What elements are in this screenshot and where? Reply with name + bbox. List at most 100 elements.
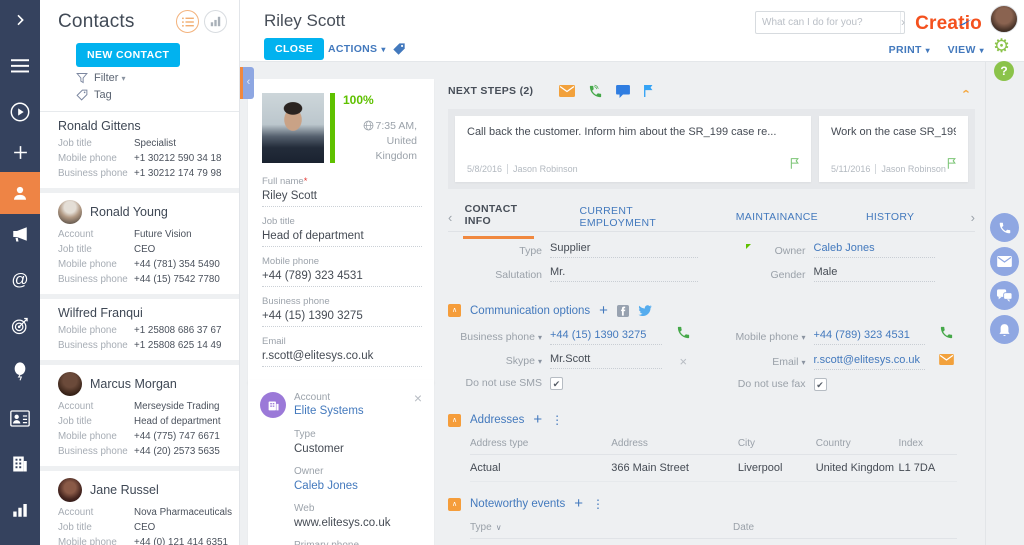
column-header[interactable]: City (737, 435, 816, 455)
business-phone-link[interactable]: +44 (15) 1390 3275 (550, 328, 662, 345)
add-icon[interactable] (0, 132, 40, 172)
addresses-menu-icon[interactable]: ⋮ (551, 413, 563, 427)
contact-list-item[interactable]: Ronald Gittens Job title Specialist Mobil… (40, 112, 239, 188)
new-task-icon[interactable] (616, 84, 631, 98)
user-avatar[interactable] (990, 5, 1018, 33)
jobtitle-field[interactable]: Head of department (262, 227, 422, 247)
gender-field[interactable]: Male (813, 265, 935, 282)
contact-list-item[interactable]: Ronald Young Account Future Vision Job ti… (40, 193, 239, 294)
expand-sidebar-icon[interactable] (0, 0, 40, 40)
email-section-icon[interactable]: @ (0, 260, 40, 300)
flag-icon[interactable] (946, 157, 958, 175)
contact-list-item[interactable]: Wilfred Franqui Mobile phone +1 25808 686… (40, 299, 239, 360)
addresses-title[interactable]: Addresses (470, 414, 524, 426)
print-menu[interactable]: PRINT (889, 44, 930, 56)
tab-contact-info[interactable]: CONTACT INFO (462, 196, 534, 239)
contacts-section-icon[interactable] (0, 172, 40, 214)
tag-control[interactable]: Tag (58, 84, 227, 101)
menu-icon[interactable] (0, 46, 40, 86)
help-icon[interactable]: ? (994, 61, 1014, 81)
account-name-link[interactable]: Elite Systems (294, 405, 414, 417)
flag-icon[interactable] (789, 157, 801, 175)
call-icon[interactable] (676, 325, 698, 345)
column-header[interactable]: Date (732, 519, 957, 539)
contact-list-item[interactable]: Jane Russel Account Nova Pharmaceuticals … (40, 471, 239, 545)
field-label[interactable]: Skype (448, 354, 550, 369)
field-label[interactable]: Business phone (448, 330, 550, 345)
do-not-use-fax-checkbox[interactable] (813, 378, 827, 391)
fullname-field[interactable]: Riley Scott (262, 187, 422, 207)
owner-link[interactable]: Caleb Jones (294, 477, 422, 492)
salutation-field[interactable]: Mr. (550, 265, 698, 282)
event-row[interactable]: Birthday 8/8/1972 (470, 538, 957, 545)
list-view-toggle[interactable] (176, 10, 199, 33)
mobilephone-field[interactable]: +44 (789) 323 4531 (262, 267, 422, 287)
search-go-icon[interactable]: › (900, 12, 905, 33)
next-step-card[interactable]: Work on the case SR_199 5/11/2016 Jason R… (819, 116, 968, 182)
owner-field[interactable]: Caleb Jones (813, 241, 935, 258)
analytics-view-toggle[interactable] (204, 10, 227, 33)
column-header[interactable]: Country (815, 435, 899, 455)
calls-panel-button[interactable] (990, 213, 1019, 242)
facebook-icon[interactable] (616, 304, 629, 317)
events-menu-icon[interactable]: ⋮ (592, 497, 604, 511)
column-header[interactable]: Index (898, 435, 957, 455)
actions-menu[interactable]: ACTIONS (328, 43, 386, 55)
collapse-section-icon[interactable]: ∧ (448, 497, 461, 511)
new-contact-button[interactable]: NEW CONTACT (76, 43, 181, 67)
communication-options-title[interactable]: Communication options (470, 305, 590, 317)
collapse-section-icon[interactable]: ∧ (448, 413, 461, 427)
do-not-use-sms-checkbox[interactable] (550, 377, 563, 390)
accounts-icon[interactable] (0, 398, 40, 438)
twitter-icon[interactable] (638, 305, 652, 316)
send-email-icon[interactable] (939, 352, 961, 370)
email-link[interactable]: r.scott@elitesys.co.uk (813, 353, 925, 370)
new-activity-flag-icon[interactable] (643, 84, 655, 98)
search-input[interactable] (756, 17, 900, 28)
column-header[interactable]: Type ∨ (470, 519, 733, 539)
feed-icon[interactable] (0, 214, 40, 254)
noteworthy-events-title[interactable]: Noteworthy events (470, 498, 565, 510)
add-address-icon[interactable]: + (533, 412, 542, 427)
email-field[interactable]: r.scott@elitesys.co.uk (262, 347, 422, 367)
tab-current-employment[interactable]: CURRENT EMPLOYMENT (578, 198, 690, 238)
new-email-icon[interactable] (559, 85, 576, 97)
close-button[interactable]: CLOSE (264, 38, 325, 60)
dashboards-icon[interactable] (0, 490, 40, 530)
tag-icon[interactable] (392, 42, 406, 61)
column-header[interactable]: Address (611, 435, 738, 455)
next-step-card[interactable]: Call back the customer. Inform him about… (455, 116, 811, 182)
close-icon[interactable]: × (414, 391, 422, 418)
add-event-icon[interactable]: + (574, 496, 583, 511)
businessphone-field[interactable]: +44 (15) 1390 3275 (262, 307, 422, 327)
collapse-section-icon[interactable]: ∧ (448, 304, 461, 317)
notifications-bell-button[interactable] (990, 315, 1019, 344)
contact-photo[interactable] (262, 93, 324, 163)
add-communication-icon[interactable]: + (599, 303, 608, 318)
clear-icon[interactable]: × (676, 354, 698, 369)
call-icon[interactable] (939, 325, 961, 345)
organization-icon[interactable] (0, 444, 40, 484)
field-label[interactable]: Email (712, 355, 814, 370)
skype-field[interactable]: Mr.Scott (550, 352, 662, 369)
tabs-scroll-right-icon[interactable]: › (960, 210, 975, 225)
events-icon[interactable] (0, 352, 40, 392)
mobile-phone-link[interactable]: +44 (789) 323 4531 (813, 328, 925, 345)
settings-gear-icon[interactable]: ⚙ (993, 36, 1010, 58)
email-panel-button[interactable] (990, 247, 1019, 276)
new-call-icon[interactable] (588, 84, 603, 99)
type-field[interactable]: Supplier (550, 241, 698, 258)
field-label[interactable]: Mobile phone (712, 330, 814, 345)
filter-control[interactable]: Filter (58, 67, 227, 84)
collapse-panel-handle[interactable]: ‹ (240, 67, 254, 99)
contact-list-item[interactable]: Marcus Morgan Account Merseyside Trading … (40, 365, 239, 466)
chat-panel-button[interactable] (990, 281, 1019, 310)
goals-icon[interactable] (0, 306, 40, 346)
collapse-next-steps-icon[interactable]: › (957, 89, 972, 93)
tab-maintainance[interactable]: MAINTAINANCE (734, 204, 820, 232)
tabs-scroll-left-icon[interactable]: ‹ (448, 210, 463, 225)
column-header[interactable]: Address type (470, 435, 612, 455)
address-row[interactable]: Actual 366 Main Street Liverpool United … (470, 454, 957, 482)
tab-history[interactable]: HISTORY (864, 204, 916, 232)
view-menu[interactable]: VIEW (948, 44, 984, 56)
